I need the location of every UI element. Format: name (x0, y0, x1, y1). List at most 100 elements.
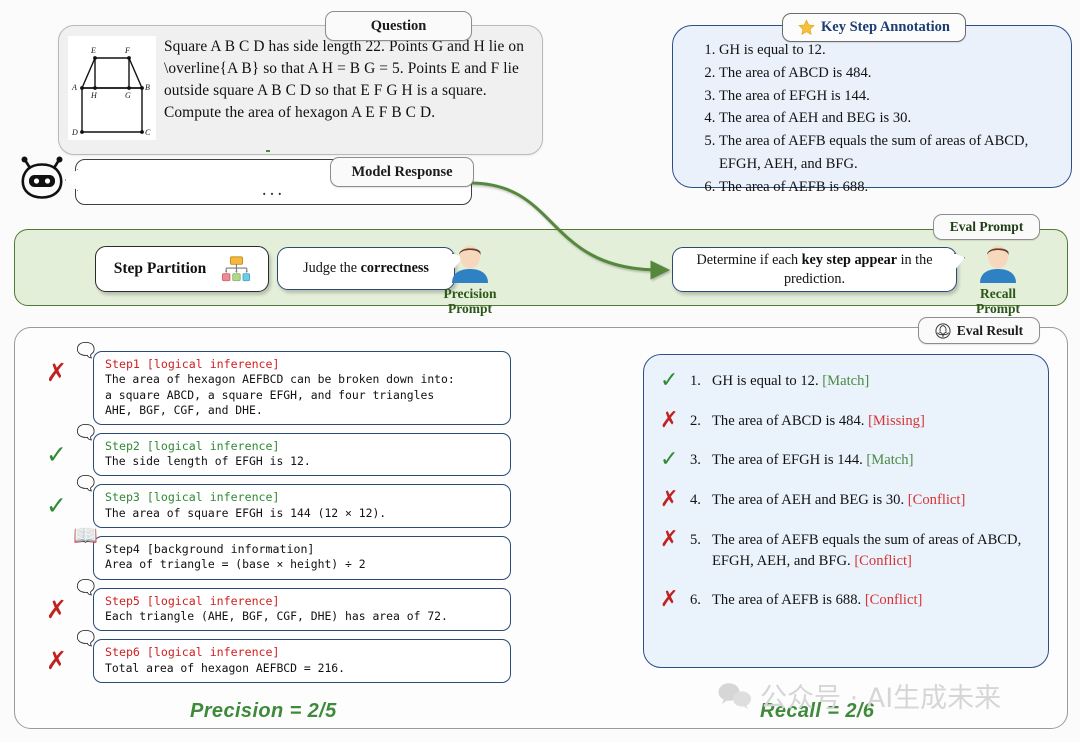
key-step-annotation-panel: GH is equal to 12. The area of ABCD is 4… (672, 25, 1072, 195)
question-tag: Question (325, 11, 472, 41)
eval-result-label: Eval Result (956, 322, 1024, 338)
precision-metric: Precision = 2/5 (190, 700, 337, 722)
recall-result-item: ✓ 1. GH is equal to 12. [Match] (660, 368, 1030, 393)
precision-prompt-avatar-line1: Precision (443, 286, 497, 302)
diagram-canvas: E F A B H G D C Square A B C D has side leng… (0, 0, 1080, 742)
recall-item-status: [Match] (866, 452, 914, 469)
recall-item-text: The area of AEH and BEG is 30. (712, 492, 905, 509)
recall-result-item: ✗ 2. The area of ABCD is 484. [Missing] (660, 407, 1030, 433)
step-card: ✓ 🗨 Step3 [logical inference] The area o… (46, 473, 511, 528)
list-item: GH is equal to 12. (719, 39, 1057, 62)
precision-prompt-emphasis: correctness (360, 260, 429, 276)
eval-prompt-tag: Eval Prompt (933, 214, 1040, 240)
recall-item-text: The area of AEFB is 688. (712, 592, 862, 609)
list-item: The area of EFGH is 144. (719, 85, 1057, 108)
step-verdict-icon: ✗ (46, 646, 67, 676)
wechat-icon (718, 682, 751, 709)
hierarchy-icon (222, 256, 251, 282)
step-card: 📖 Step4 [background information] Area of… (73, 525, 511, 580)
recall-item-text: The area of ABCD is 484. (712, 412, 865, 429)
recall-prompt-box[interactable]: Determine if each key step appear in the… (672, 247, 957, 292)
person-icon (980, 245, 1016, 283)
step-body: The area of hexagon AEFBCD can be broken… (105, 372, 455, 417)
step-verdict-icon: ✓ (46, 439, 67, 469)
step-partition-button[interactable]: Step Partition (95, 246, 269, 292)
step-heading: Step2 [logical inference] (105, 438, 280, 453)
svg-text:A: A (71, 83, 77, 92)
list-item: The area of AEFB is 688. (719, 176, 1057, 199)
step-card: ✗ 🗨 Step6 [logical inference] Total area… (46, 628, 511, 683)
person-icon (452, 245, 488, 283)
recall-item-number: 2. (690, 412, 701, 429)
recall-verdict-icon: ✗ (660, 526, 679, 552)
svg-text:H: H (90, 91, 98, 100)
geometry-figure: E F A B H G D C (68, 36, 156, 140)
svg-text:E: E (90, 46, 96, 55)
step-heading: Step1 [logical inference] (105, 357, 280, 371)
step-body: Area of triangle = (base × height) ÷ 2 (105, 557, 366, 572)
key-step-annotation-tag: Key Step Annotation (782, 13, 966, 42)
step-heading: Step6 [logical inference] (105, 645, 280, 660)
recall-verdict-icon: ✗ (660, 407, 679, 433)
step-partition-label: Step Partition (113, 260, 207, 277)
list-item: The area of ABCD is 484. (719, 62, 1057, 85)
recall-item-number: 1. (690, 373, 701, 389)
recall-prompt-avatar-line1: Recall (980, 286, 1016, 302)
recall-item-text: The area of EFGH is 144. (712, 452, 863, 469)
step-partition-results: ✗ 🗨 Step1 [logical inference] The area o… (35, 340, 525, 691)
recall-item-number: 5. (690, 531, 701, 548)
eval-result-tag: Eval Result (918, 317, 1040, 344)
step-heading: Step4 [background information] (105, 542, 315, 556)
step-body: Total area of hexagon AEFBCD = 216. (105, 660, 346, 675)
recall-item-status: [Match] (822, 373, 870, 389)
question-text: Square A B C D has side length 22. Point… (164, 38, 524, 121)
precision-prompt-avatar: Precision Prompt (427, 243, 513, 316)
step-body: Each triangle (AHE, BGF, CGF, DHE) has a… (105, 608, 448, 623)
thought-bubble-icon: 🗨 (73, 574, 99, 599)
model-response-tag: Model Response (330, 157, 474, 187)
recall-result-item: ✗ 5. The area of AEFB equals the sum of … (660, 526, 1030, 571)
thought-bubble-icon: 🗨 (73, 419, 99, 444)
step-heading: Step5 [logical inference] (105, 593, 280, 608)
recall-item-text: GH is equal to 12. (712, 373, 819, 389)
open-book-icon: 📖 (73, 523, 98, 547)
question-tag-label: Question (370, 17, 427, 34)
step-card: ✓ 🗨 Step2 [logical inference] The side l… (46, 422, 511, 477)
step-body: The area of square EFGH is 144 (12 × 12)… (105, 505, 387, 520)
recall-verdict-icon: ✓ (660, 368, 679, 393)
recall-results-card: ✓ 1. GH is equal to 12. [Match] ✗ 2. The… (643, 354, 1049, 668)
recall-verdict-icon: ✗ (660, 487, 679, 513)
svg-text:B: B (145, 83, 150, 92)
star-icon (798, 19, 815, 35)
precision-prompt-avatar-line2: Prompt (448, 301, 492, 317)
thought-bubble-icon: 🗨 (73, 626, 99, 651)
thought-bubble-icon: 🗨 (73, 338, 99, 362)
recall-prompt-emphasis: key step appear (801, 252, 898, 269)
svg-text:G: G (125, 91, 131, 100)
list-item: The area of AEFB equals the sum of areas… (719, 130, 1057, 176)
list-item: The area of AEH and BEG is 30. (719, 107, 1057, 130)
key-step-list: GH is equal to 12. The area of ABCD is 4… (687, 39, 1057, 198)
step-card: ✗ 🗨 Step1 [logical inference] The area o… (46, 340, 511, 425)
openai-icon (935, 322, 951, 339)
recall-prompt-avatar: Recall Prompt (955, 243, 1041, 316)
recall-item-number: 4. (690, 492, 701, 509)
svg-text:F: F (124, 46, 130, 55)
step-verdict-icon: ✗ (46, 594, 67, 624)
recall-item-status: [Conflict] (854, 552, 912, 569)
step-heading: Step3 [logical inference] (105, 490, 280, 505)
robot-icon (17, 156, 67, 202)
recall-verdict-icon: ✓ (660, 447, 679, 473)
recall-item-status: [Conflict] (907, 492, 966, 509)
watermark: 公众号 · AI生成未来 (718, 676, 1001, 715)
recall-item-status: [Conflict] (864, 592, 923, 609)
recall-prompt-text: Determine if each key step appear in the… (696, 252, 933, 287)
thought-bubble-icon: 🗨 (73, 471, 99, 496)
eval-prompt-label: Eval Prompt (949, 219, 1024, 234)
recall-result-item: ✓ 3. The area of EFGH is 144. [Match] (660, 447, 1030, 473)
recall-item-number: 6. (690, 592, 701, 609)
step-card: ✗ 🗨 Step5 [logical inference] Each trian… (46, 577, 511, 632)
eval-result-panel: ✗ 🗨 Step1 [logical inference] The area o… (14, 327, 1068, 729)
precision-prompt-text: Judge the correctness (303, 260, 429, 276)
step-verdict-icon: ✓ (46, 491, 67, 521)
